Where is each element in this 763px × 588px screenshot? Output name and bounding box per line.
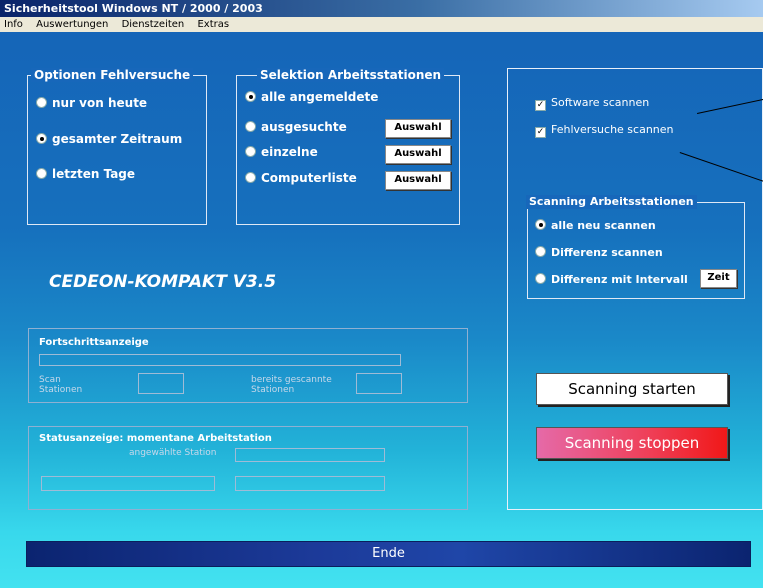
main-client-area: Optionen Fehlversuche nur von heute gesa… bbox=[0, 32, 763, 588]
radio-indicator-selected[interactable] bbox=[36, 133, 47, 144]
radio-indicator-selected[interactable] bbox=[535, 219, 546, 230]
scanning-starten-button[interactable]: Scanning starten bbox=[536, 373, 728, 405]
gescannte-stationen-count bbox=[356, 373, 402, 394]
scan-options-panel: ✓ Software scannen ✓ Fehlversuche scannen … bbox=[507, 68, 763, 510]
radio-letzten-tage[interactable]: letzten Tage bbox=[36, 167, 135, 181]
scan-stationen-label: Scan Stationen bbox=[39, 375, 83, 395]
optionen-fehlversuche-group: Optionen Fehlversuche nur von heute gesa… bbox=[27, 68, 207, 225]
status-field-left bbox=[41, 476, 215, 491]
auswahl-button-ausgesuchte[interactable]: Auswahl bbox=[385, 119, 451, 138]
radio-indicator[interactable] bbox=[36, 168, 47, 179]
statusanzeige-panel: Statusanzeige: momentane Arbeitstation a… bbox=[28, 426, 468, 510]
menu-bar: Info Auswertungen Dienstzeiten Extras bbox=[0, 17, 763, 32]
software-scannen-checkbox[interactable]: ✓ Software scannen bbox=[535, 96, 649, 111]
checkbox-indicator[interactable]: ✓ bbox=[535, 127, 546, 138]
radio-computerliste[interactable]: Computerliste bbox=[245, 171, 357, 185]
radio-indicator[interactable] bbox=[535, 273, 546, 284]
radio-alle-angemeldete[interactable]: alle angemeldete bbox=[245, 90, 378, 104]
gescannte-stationen-label: bereits gescannte Stationen bbox=[251, 375, 332, 395]
scanning-arbeitsstationen-title: Scanning Arbeitsstationen bbox=[526, 195, 697, 209]
window-title: Sicherheitstool Windows NT / 2000 / 2003 bbox=[0, 0, 763, 17]
fortschrittsanzeige-panel: Fortschrittsanzeige Scan Stationen berei… bbox=[28, 328, 468, 403]
scanning-stoppen-button[interactable]: Scanning stoppen bbox=[536, 427, 728, 459]
checkbox-indicator[interactable]: ✓ bbox=[535, 100, 546, 111]
angewaehlte-station-label: angewählte Station bbox=[129, 448, 217, 458]
auswahl-button-einzelne[interactable]: Auswahl bbox=[385, 145, 451, 164]
radio-gesamter-zeitraum[interactable]: gesamter Zeitraum bbox=[36, 132, 182, 146]
scan-stationen-count bbox=[138, 373, 184, 394]
radio-nur-von-heute[interactable]: nur von heute bbox=[36, 96, 147, 110]
radio-differenz-mit-intervall[interactable]: Differenz mit Intervall bbox=[535, 273, 688, 287]
status-field-right bbox=[235, 476, 385, 491]
angewaehlte-station-field bbox=[235, 448, 385, 462]
menu-item-extras[interactable]: Extras bbox=[197, 17, 229, 32]
fehlversuche-scannen-checkbox[interactable]: ✓ Fehlversuche scannen bbox=[535, 123, 674, 138]
auswahl-button-computerliste[interactable]: Auswahl bbox=[385, 171, 451, 190]
optionen-fehlversuche-title: Optionen Fehlversuche bbox=[31, 68, 194, 82]
menu-item-dienstzeiten[interactable]: Dienstzeiten bbox=[122, 17, 185, 32]
product-version-label: CEDEON-KOMPAKT V3.5 bbox=[49, 272, 277, 292]
ende-button[interactable]: Ende bbox=[26, 541, 751, 567]
radio-ausgesuchte[interactable]: ausgesuchte bbox=[245, 120, 347, 134]
statusanzeige-title: Statusanzeige: momentane Arbeitstation bbox=[39, 433, 272, 444]
radio-einzelne[interactable]: einzelne bbox=[245, 145, 318, 159]
radio-indicator[interactable] bbox=[245, 146, 256, 157]
radio-indicator[interactable] bbox=[245, 172, 256, 183]
radio-indicator[interactable] bbox=[535, 246, 546, 257]
zeit-button[interactable]: Zeit bbox=[700, 269, 737, 288]
menu-item-auswertungen[interactable]: Auswertungen bbox=[36, 17, 108, 32]
selektion-arbeitsstationen-title: Selektion Arbeitsstationen bbox=[257, 68, 445, 82]
selektion-arbeitsstationen-group: Selektion Arbeitsstationen alle angemeld… bbox=[236, 68, 460, 225]
fortschrittsanzeige-title: Fortschrittsanzeige bbox=[39, 337, 149, 348]
scanning-arbeitsstationen-group: Scanning Arbeitsstationen alle neu scann… bbox=[526, 195, 745, 299]
progress-bar bbox=[39, 354, 401, 366]
radio-differenz-scannen[interactable]: Differenz scannen bbox=[535, 246, 663, 260]
radio-indicator-selected[interactable] bbox=[245, 91, 256, 102]
radio-indicator[interactable] bbox=[245, 121, 256, 132]
radio-alle-neu-scannen[interactable]: alle neu scannen bbox=[535, 219, 656, 233]
radio-indicator[interactable] bbox=[36, 97, 47, 108]
menu-item-info[interactable]: Info bbox=[4, 17, 23, 32]
